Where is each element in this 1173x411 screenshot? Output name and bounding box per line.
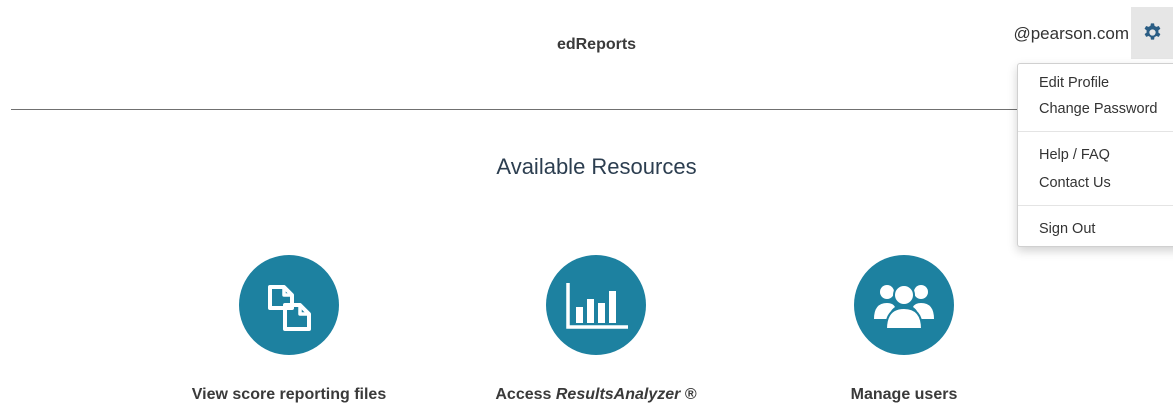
settings-button[interactable]	[1131, 7, 1173, 59]
app-title: edReports	[556, 36, 637, 53]
menu-item-edit-profile[interactable]: Edit Profile	[1039, 75, 1109, 91]
resource-view-score-files[interactable]: View score reporting files	[159, 255, 419, 403]
resource-label-prefix: Access	[495, 386, 556, 403]
users-icon	[874, 284, 934, 330]
copy-files-icon	[268, 285, 311, 331]
menu-divider	[1018, 131, 1173, 132]
header-divider	[11, 109, 1173, 110]
resource-label-suffix: ®	[680, 386, 697, 403]
resource-access-results-analyzer[interactable]: Access ResultsAnalyzer ®	[466, 255, 726, 403]
gear-icon	[1144, 22, 1160, 40]
menu-item-sign-out[interactable]: Sign Out	[1039, 221, 1095, 237]
user-email[interactable]: @pearson.com	[1013, 24, 1129, 44]
resource-label[interactable]: View score reporting files	[159, 386, 419, 404]
resource-label[interactable]: Access ResultsAnalyzer ®	[466, 386, 726, 404]
resource-manage-users[interactable]: Manage users	[774, 255, 1034, 403]
menu-divider	[1018, 205, 1173, 206]
section-title: Available Resources	[496, 154, 697, 179]
resource-label[interactable]: Manage users	[774, 386, 1034, 404]
bar-chart-icon	[566, 283, 628, 329]
resource-icon-circle[interactable]	[239, 255, 339, 355]
menu-item-change-password[interactable]: Change Password	[1039, 101, 1158, 117]
resource-icon-circle[interactable]	[546, 255, 646, 355]
resource-icon-circle[interactable]	[854, 255, 954, 355]
resource-label-product-name: ResultsAnalyzer	[555, 386, 681, 403]
